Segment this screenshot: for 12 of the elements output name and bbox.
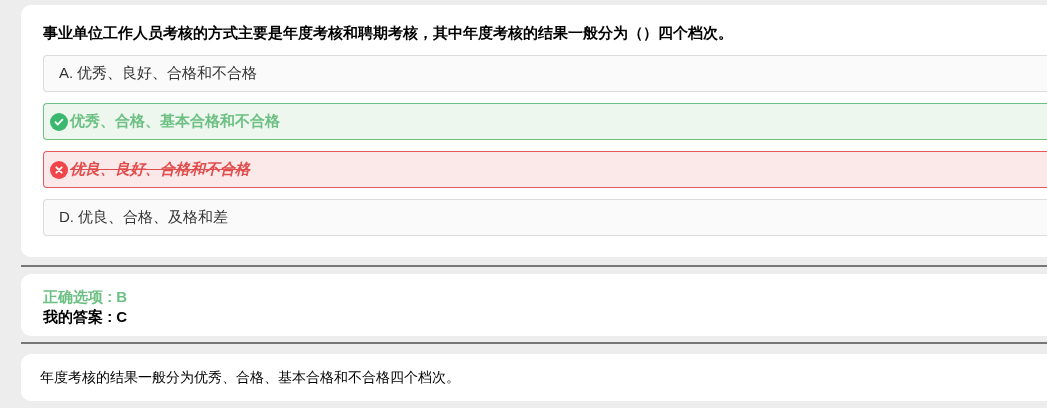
check-icon: [50, 112, 68, 131]
my-answer: 我的答案 : C: [43, 307, 128, 327]
question-text: 事业单位工作人员考核的方式主要是年度考核和聘期考核，其中年度考核的结果一般分为（）四个档次。: [43, 23, 734, 43]
explanation-text: 年度考核的结果一般分为优秀、合格、基本合格和不合格四个档次。: [40, 368, 460, 387]
option-text: 优良、良好、合格和不合格: [70, 159, 250, 180]
option-row[interactable]: D. 优良、合格、及格和差: [43, 199, 1047, 236]
option-text: D. 优良、合格、及格和差: [59, 207, 229, 228]
correct-answer: 正确选项 : B: [43, 287, 128, 307]
option-row[interactable]: A. 优秀、良好、合格和不合格: [43, 55, 1047, 92]
option-text: A. 优秀、良好、合格和不合格: [59, 63, 258, 84]
cross-icon: [50, 160, 68, 179]
option-text: 优秀、合格、基本合格和不合格: [70, 111, 280, 132]
